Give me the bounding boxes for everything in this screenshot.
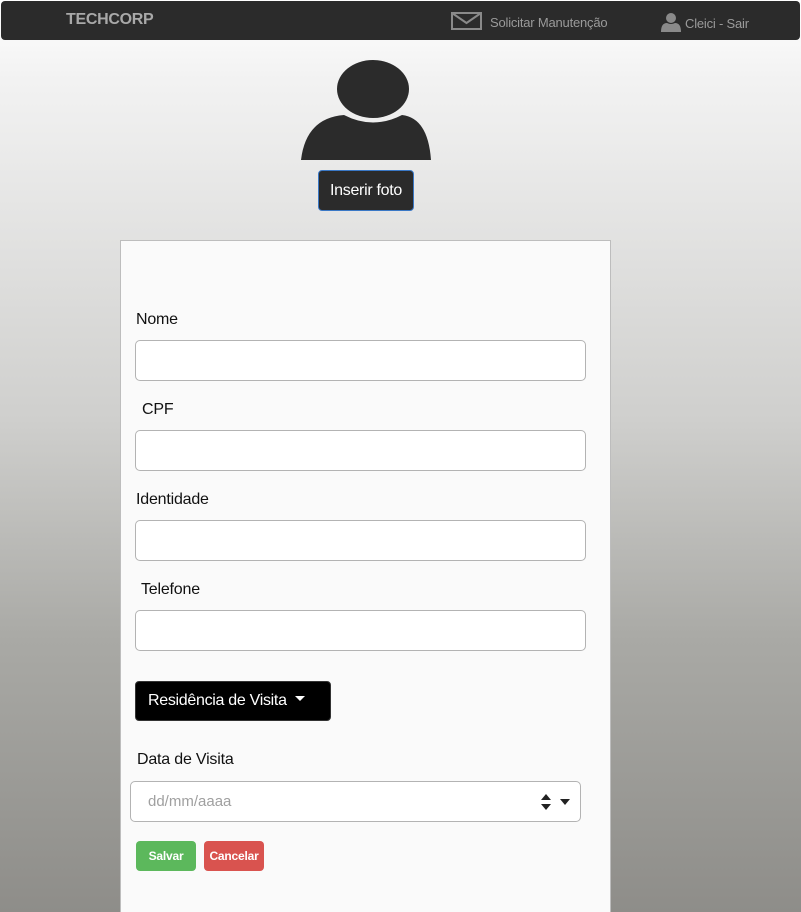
top-navbar: TECHCORP Solicitar Manutenção Cleici - S…: [1, 1, 800, 40]
user-logout-link[interactable]: Cleici - Sair: [661, 12, 749, 35]
name-input[interactable]: [135, 340, 586, 381]
user-logout-label: Cleici - Sair: [685, 16, 749, 31]
caret-down-icon: [294, 696, 305, 702]
cpf-label: CPF: [142, 401, 174, 418]
insert-photo-button[interactable]: Inserir foto: [318, 170, 414, 211]
user-silhouette-icon: [300, 60, 432, 161]
visitor-form-panel: Nome CPF Identidade Telefone Residência …: [120, 240, 611, 912]
maintenance-request-label: Solicitar Manutenção: [490, 15, 608, 30]
date-spinner-icon[interactable]: [540, 793, 552, 811]
cpf-input[interactable]: [135, 430, 586, 471]
brand-logo[interactable]: TECHCORP: [66, 11, 154, 29]
identity-label: Identidade: [136, 491, 209, 508]
date-picker-arrow-icon[interactable]: [560, 799, 570, 805]
visit-date-label: Data de Visita: [137, 751, 234, 768]
identity-input[interactable]: [135, 520, 586, 561]
phone-input[interactable]: [135, 610, 586, 651]
cancel-button[interactable]: Cancelar: [204, 841, 264, 871]
user-icon: [661, 12, 681, 35]
maintenance-request-link[interactable]: Solicitar Manutenção: [451, 12, 608, 33]
name-label: Nome: [136, 311, 178, 328]
visit-date-placeholder: dd/mm/aaaa: [148, 793, 232, 810]
residence-dropdown-label: Residência de Visita: [148, 692, 287, 709]
visit-date-input[interactable]: dd/mm/aaaa: [130, 781, 581, 822]
phone-label: Telefone: [141, 581, 200, 598]
envelope-icon: [451, 12, 482, 33]
save-button[interactable]: Salvar: [136, 841, 196, 871]
residence-dropdown-button[interactable]: Residência de Visita: [135, 681, 331, 721]
